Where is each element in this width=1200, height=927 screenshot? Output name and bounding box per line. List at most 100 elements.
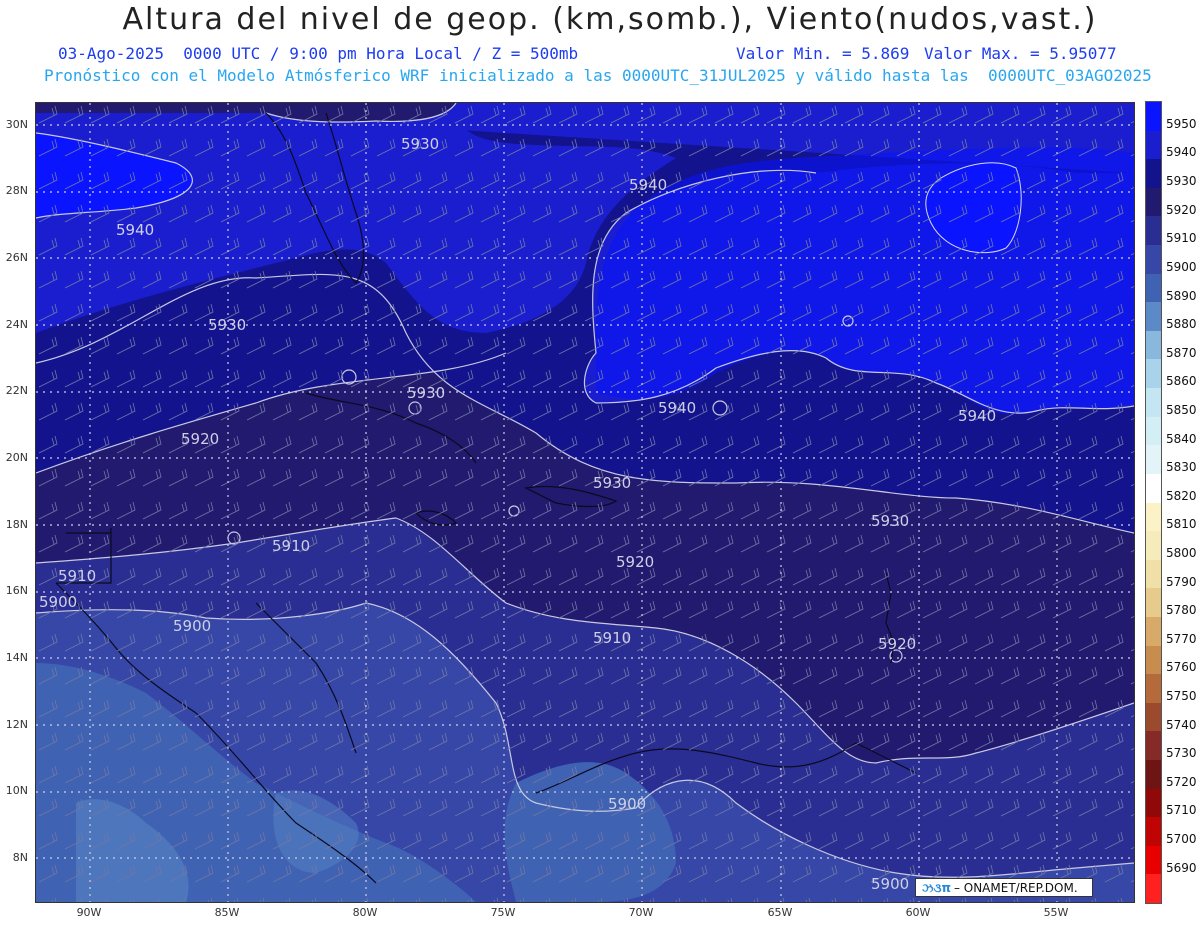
lat-label: 12N bbox=[5, 718, 28, 731]
contour-label: 5930 bbox=[593, 474, 631, 492]
lat-label: 18N bbox=[5, 518, 28, 531]
lat-label: 22N bbox=[5, 384, 28, 397]
geopotential-map: 5930 5940 5940 5930 5930 5940 5940 5920 … bbox=[35, 102, 1135, 903]
contour-label: 5920 bbox=[181, 430, 219, 448]
legend-level-label: 5770 bbox=[1166, 631, 1197, 646]
lat-label: 8N bbox=[12, 851, 28, 864]
legend-swatch bbox=[1146, 130, 1161, 160]
legend-swatch bbox=[1146, 216, 1161, 246]
lat-label: 20N bbox=[5, 451, 28, 464]
legend-level-label: 5710 bbox=[1166, 803, 1197, 818]
legend-swatch bbox=[1146, 731, 1161, 761]
lon-label: 85W bbox=[214, 906, 240, 919]
contour-label: 5940 bbox=[116, 221, 154, 239]
legend-swatch bbox=[1146, 416, 1161, 446]
contour-label: 5930 bbox=[208, 316, 246, 334]
onamet-logo: ઝ૩π bbox=[922, 881, 951, 895]
legend-swatch bbox=[1146, 273, 1161, 303]
legend-swatch bbox=[1146, 845, 1161, 875]
valid-time-line: 03-Ago-2025 0000 UTC / 9:00 pm Hora Loca… bbox=[58, 44, 579, 63]
legend-level-label: 5820 bbox=[1166, 488, 1197, 503]
lat-label: 24N bbox=[5, 318, 28, 331]
legend-swatch bbox=[1146, 187, 1161, 217]
lat-label: 28N bbox=[5, 184, 28, 197]
legend-swatch bbox=[1146, 616, 1161, 646]
legend-level-label: 5690 bbox=[1166, 860, 1197, 875]
contour-label: 5940 bbox=[958, 407, 996, 425]
credit-box: ઝ૩π – ONAMET/REP.DOM. bbox=[915, 878, 1093, 897]
lon-label: 65W bbox=[767, 906, 793, 919]
lon-label: 80W bbox=[352, 906, 378, 919]
legend-level-label: 5810 bbox=[1166, 517, 1197, 532]
legend-swatch bbox=[1146, 302, 1161, 331]
legend-level-label: 5700 bbox=[1166, 832, 1197, 847]
legend-level-label: 5750 bbox=[1166, 689, 1197, 704]
lat-label: 16N bbox=[5, 584, 28, 597]
legend-level-label: 5790 bbox=[1166, 574, 1197, 589]
max-value-label: Valor Max. = 5.95077 bbox=[924, 44, 1117, 63]
legend-level-label: 5950 bbox=[1166, 116, 1197, 131]
contour-label: 5930 bbox=[871, 512, 909, 530]
legend-level-label: 5860 bbox=[1166, 374, 1197, 389]
legend-level-label: 5800 bbox=[1166, 545, 1197, 560]
legend-level-label: 5780 bbox=[1166, 603, 1197, 618]
contour-label: 5930 bbox=[401, 135, 439, 153]
lon-label: 90W bbox=[76, 906, 102, 919]
wind-barbs bbox=[36, 103, 1134, 902]
lat-label: 26N bbox=[5, 251, 28, 264]
legend-swatch bbox=[1146, 330, 1161, 360]
legend-swatch bbox=[1146, 760, 1161, 789]
legend-level-label: 5720 bbox=[1166, 774, 1197, 789]
lat-label: 14N bbox=[5, 651, 28, 664]
contour-label: 5900 bbox=[608, 795, 646, 813]
lon-label: 75W bbox=[490, 906, 516, 919]
legend-swatch bbox=[1146, 531, 1161, 560]
legend-swatch bbox=[1146, 674, 1161, 703]
legend-swatch bbox=[1146, 359, 1161, 389]
contour-label: 5920 bbox=[616, 553, 654, 571]
contour-label: 5940 bbox=[658, 399, 696, 417]
legend-swatch bbox=[1146, 388, 1161, 417]
legend-level-label: 5890 bbox=[1166, 288, 1197, 303]
contour-label: 5940 bbox=[629, 176, 667, 194]
legend-swatch bbox=[1146, 645, 1161, 675]
color-scale-bar bbox=[1145, 101, 1162, 904]
legend-level-label: 5840 bbox=[1166, 431, 1197, 446]
lat-label: 10N bbox=[5, 784, 28, 797]
legend-swatch bbox=[1146, 817, 1161, 846]
legend-level-label: 5920 bbox=[1166, 202, 1197, 217]
legend-swatch bbox=[1146, 559, 1161, 589]
legend-swatch bbox=[1146, 874, 1161, 904]
legend-level-label: 5880 bbox=[1166, 317, 1197, 332]
legend-swatch bbox=[1146, 159, 1161, 188]
lon-label: 70W bbox=[628, 906, 654, 919]
contour-label: 5910 bbox=[58, 567, 96, 585]
legend-swatch bbox=[1146, 788, 1161, 818]
legend-swatch bbox=[1146, 445, 1161, 474]
min-value-label: Valor Min. = 5.869 bbox=[736, 44, 910, 63]
legend-swatch bbox=[1146, 473, 1161, 503]
contour-label: 5900 bbox=[39, 593, 77, 611]
lon-label: 55W bbox=[1043, 906, 1069, 919]
credit-text: – ONAMET/REP.DOM. bbox=[953, 881, 1078, 895]
legend-swatch bbox=[1146, 588, 1161, 617]
contour-label: 5910 bbox=[593, 629, 631, 647]
contour-label: 5900 bbox=[871, 875, 909, 893]
legend-swatch bbox=[1146, 245, 1161, 274]
contour-label: 5920 bbox=[878, 635, 916, 653]
legend-level-label: 5940 bbox=[1166, 145, 1197, 160]
legend-level-label: 5850 bbox=[1166, 402, 1197, 417]
model-info-line: Pronóstico con el Modelo Atmósferico WRF… bbox=[44, 66, 1152, 85]
legend-swatch bbox=[1146, 502, 1161, 532]
legend-level-label: 5740 bbox=[1166, 717, 1197, 732]
legend-level-label: 5930 bbox=[1166, 174, 1197, 189]
lon-label: 60W bbox=[905, 906, 931, 919]
legend-swatch bbox=[1146, 702, 1161, 732]
legend-level-label: 5760 bbox=[1166, 660, 1197, 675]
map-canvas: 5930 5940 5940 5930 5930 5940 5940 5920 … bbox=[36, 103, 1134, 902]
legend-level-label: 5900 bbox=[1166, 259, 1197, 274]
map-title: Altura del nivel de geop. (km,somb.), Vi… bbox=[122, 2, 1098, 37]
legend-level-label: 5730 bbox=[1166, 746, 1197, 761]
legend-level-label: 5870 bbox=[1166, 345, 1197, 360]
legend-level-label: 5910 bbox=[1166, 231, 1197, 246]
